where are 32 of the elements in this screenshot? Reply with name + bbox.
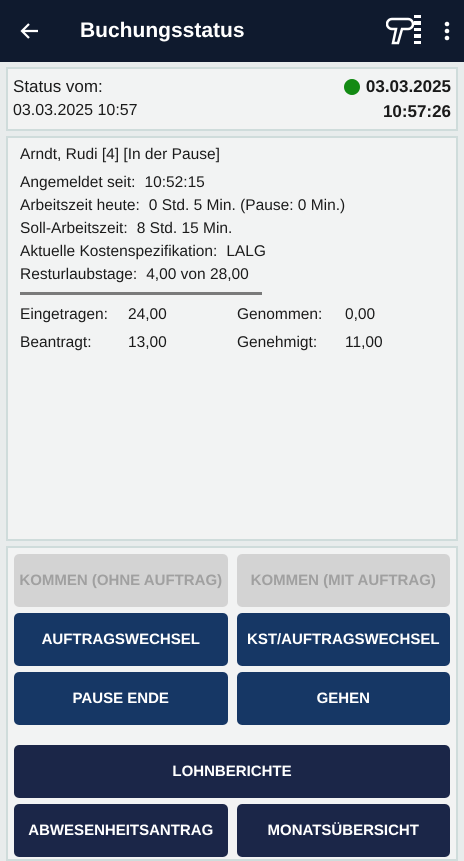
status-date: 03.03.2025 — [366, 77, 451, 97]
vacation-value: 11,00 — [345, 334, 384, 352]
detail-value: 10:52:15 — [144, 174, 205, 192]
vacation-value: 0,00 — [345, 306, 376, 324]
booking-button[interactable]: PAUSE ENDE — [14, 672, 228, 725]
report-button[interactable]: ABWESENHEITSANTRAG — [14, 804, 228, 857]
detail-label: Arbeitszeit heute: — [20, 197, 140, 215]
booking-button[interactable]: AUFTRAGSWECHSEL — [14, 613, 228, 666]
detail-value: LALG — [226, 243, 266, 261]
detail-value: 8 Std. 15 Min. — [136, 220, 232, 238]
report-button[interactable]: LOHNBERICHTE — [14, 745, 450, 798]
more-icon[interactable] — [444, 21, 450, 41]
detail-label: Aktuelle Kostenspezifikation: — [20, 243, 218, 261]
status-time: 10:57:26 — [382, 102, 451, 122]
status-label: Status vom: — [13, 77, 104, 97]
detail-label: Soll-Arbeitszeit: — [20, 220, 128, 238]
screen-title: Buchungsstatus — [80, 19, 246, 43]
status-timestamp: 03.03.2025 10:57 — [13, 102, 138, 120]
vacation-label: Eingetragen: — [20, 306, 109, 324]
vacation-label: Genommen: — [237, 306, 324, 324]
vacation-value: 13,00 — [128, 334, 168, 352]
vacation-label: Genehmigt: — [237, 334, 318, 352]
detail-label: Resturlaubstage: — [20, 266, 138, 284]
detail-value: 4,00 von 28,00 — [146, 266, 249, 284]
detail-label: Angemeldet seit: — [20, 174, 136, 192]
report-button[interactable]: MONATSÜBERSICHT — [236, 804, 450, 857]
employee-name: Arndt, Rudi [4] [In der Pause] — [20, 146, 221, 164]
vacation-label: Beantragt: — [20, 334, 93, 352]
booking-button[interactable]: KST/AUFTRAGSWECHSEL — [236, 613, 450, 666]
booking-button[interactable]: GEHEN — [236, 672, 450, 725]
vacation-value: 24,00 — [128, 306, 168, 324]
detail-value: 0 Std. 5 Min. (Pause: 0 Min.) — [148, 197, 346, 215]
